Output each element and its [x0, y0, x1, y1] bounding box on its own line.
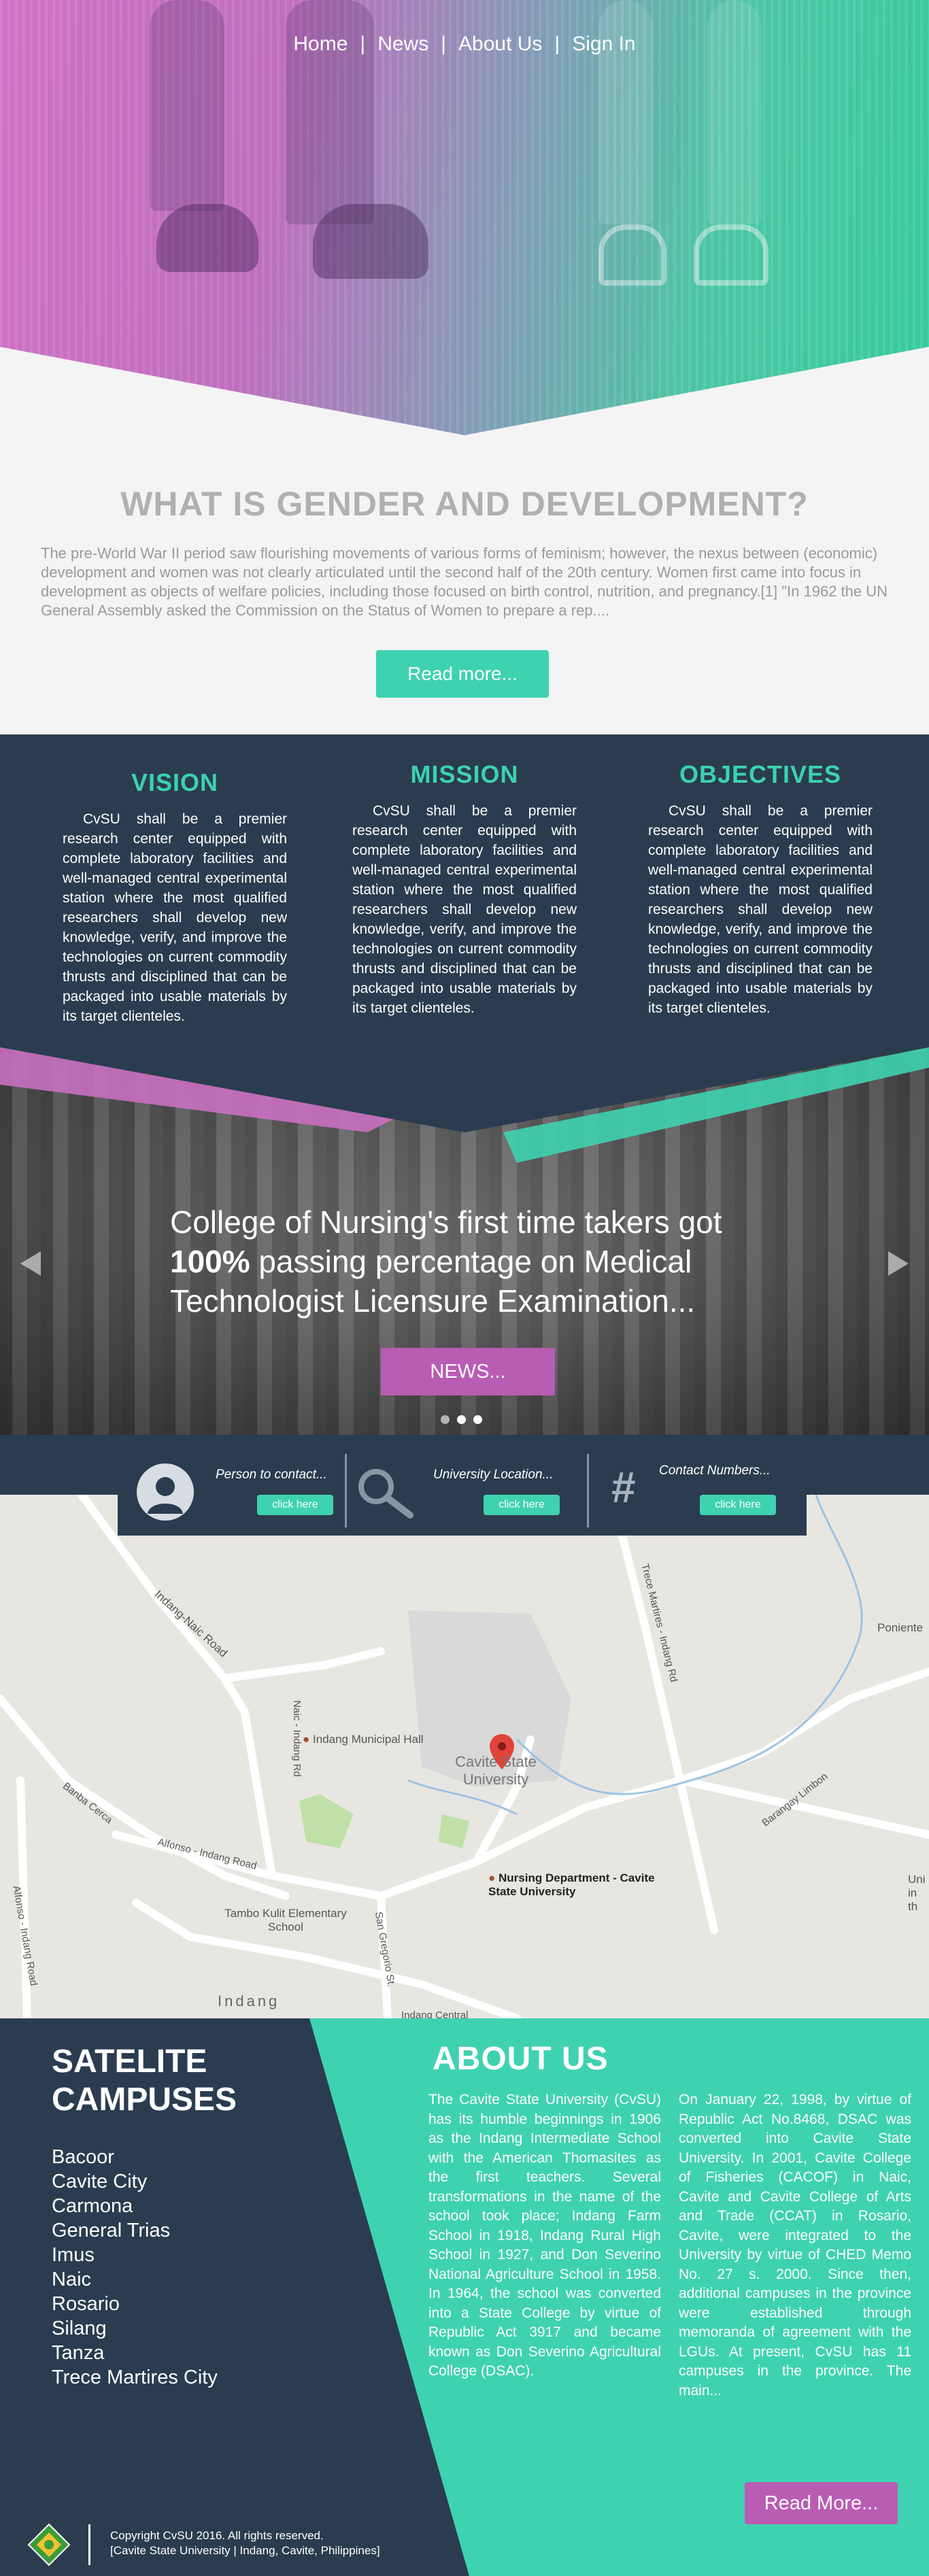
campus-item[interactable]: Trece Martires City [52, 2365, 218, 2390]
footer: SATELITE CAMPUSES Bacoor Cavite City Car… [0, 2018, 929, 2576]
map-label-nursing-dept: ● Nursing Department - Cavite State Univ… [488, 1871, 658, 1899]
campus-item[interactable]: Naic [52, 2267, 218, 2292]
vision-text: CvSU shall be a premier research center … [63, 811, 287, 1024]
contact-bar: Person to contact... click here Universi… [118, 1435, 807, 1536]
news-headline-line2: 100% passing percentage on Medical [170, 1242, 782, 1281]
hero-chevron-cut [0, 347, 929, 435]
contact-numbers: # Contact Numbers... click here [591, 1435, 807, 1536]
copyright-line2: [Cavite State University | Indang, Cavit… [110, 2544, 380, 2557]
news-headline-line3: Technologist Licensure Examination... [170, 1283, 696, 1319]
map-label-nursing-dept-text: Nursing Department - Cavite State Univer… [488, 1871, 655, 1898]
contact-location-label: University Location... [433, 1468, 554, 1482]
about-text-col2: On January 22, 1998, by virtue of Republ… [679, 2092, 911, 2399]
campus-item[interactable]: Imus [52, 2243, 218, 2267]
carousel-prev-arrow-icon[interactable] [20, 1251, 41, 1276]
map-label-municipal-hall-text: Indang Municipal Hall [313, 1733, 424, 1746]
person-icon [137, 1463, 194, 1521]
campus-item[interactable]: Bacoor [52, 2145, 218, 2169]
nav-about-us[interactable]: About Us [458, 33, 542, 55]
nav-sign-in[interactable]: Sign In [572, 33, 635, 55]
news-button[interactable]: NEWS... [381, 1348, 555, 1395]
objectives-text: CvSU shall be a premier research center … [648, 803, 873, 1016]
footer-divider [88, 2524, 90, 2565]
contact-divider [587, 1454, 589, 1527]
about-title: ABOUT US [433, 2041, 609, 2077]
contact-location-button[interactable]: click here [484, 1495, 560, 1515]
map-label-cavite-state: Cavite State University [455, 1753, 537, 1788]
landmark-icon: ● [488, 1871, 496, 1884]
contact-person: Person to contact... click here [118, 1435, 342, 1536]
nav-news[interactable]: News [377, 33, 428, 55]
carousel-next-arrow-icon[interactable] [888, 1251, 909, 1276]
campus-item[interactable]: Tanza [52, 2341, 218, 2365]
mission-text: CvSU shall be a premier research center … [352, 803, 577, 1016]
campuses-title: SATELITE CAMPUSES [52, 2043, 237, 2119]
contact-numbers-label: Contact Numbers... [659, 1463, 771, 1478]
vision-mission-objectives: VISION CvSU shall be a premier research … [0, 734, 929, 1047]
campus-item[interactable]: Carmona [52, 2194, 218, 2218]
contact-location: University Location... click here [349, 1435, 573, 1536]
copyright-line1: Copyright CvSU 2016. All rights reserved… [110, 2529, 324, 2542]
mission-column: MISSION CvSU shall be a premier research… [352, 760, 577, 1018]
about-read-more-button[interactable]: Read More... [745, 2482, 898, 2524]
campus-item[interactable]: Silang [52, 2316, 218, 2341]
campuses-title-line2: CAMPUSES [52, 2082, 237, 2118]
campus-item[interactable]: General Trias [52, 2218, 218, 2243]
map-label-tambo-kulit: Tambo Kulit Elementary School [224, 1907, 347, 1933]
map-label-edge: Uni in th [908, 1873, 926, 1913]
map-label-poniente: Poniente [877, 1621, 924, 1634]
mission-title: MISSION [410, 760, 519, 788]
nav-separator: | [360, 33, 366, 55]
vision-title: VISION [131, 768, 219, 796]
contact-person-label: Person to contact... [216, 1468, 327, 1482]
location-map[interactable]: Indang-Naic Road Naic - Indang Rd ● Inda… [0, 1495, 929, 2018]
vision-column: VISION CvSU shall be a premier research … [63, 768, 287, 1026]
objectives-column: OBJECTIVES CvSU shall be a premier resea… [648, 760, 873, 1018]
gender-read-more-button[interactable]: Read more... [376, 650, 549, 698]
map-label-municipal-hall: ● Indang Municipal Hall [303, 1733, 424, 1746]
map-label-indang-central: Indang Central [401, 2010, 469, 2018]
news-headline: College of Nursing's first time takers g… [170, 1202, 782, 1321]
contact-person-button[interactable]: click here [257, 1495, 333, 1515]
landmark-icon: ● [303, 1733, 310, 1746]
map-label-indang: Indang [218, 1993, 280, 2010]
carousel-dot-2[interactable] [457, 1415, 466, 1424]
hero-banner: Home | News | About Us | Sign In [0, 0, 929, 435]
campus-item[interactable]: Rosario [52, 2292, 218, 2316]
campus-list: Bacoor Cavite City Carmona General Trias… [52, 2145, 218, 2390]
main-nav: Home | News | About Us | Sign In [0, 33, 929, 56]
nav-separator: | [441, 33, 447, 55]
carousel-dot-3[interactable] [473, 1415, 482, 1424]
campus-item[interactable]: Cavite City [52, 2169, 218, 2194]
carousel-dot-1[interactable] [441, 1415, 450, 1424]
contact-divider [345, 1454, 347, 1527]
news-headline-percent: 100% [170, 1244, 250, 1279]
hash-icon: # [611, 1463, 636, 1512]
gender-title: WHAT IS GENDER AND DEVELOPMENT? [120, 485, 809, 523]
campuses-title-line1: SATELITE [52, 2044, 207, 2080]
map-label-naic-indang-rd: Naic - Indang Rd [290, 1700, 303, 1777]
news-headline-line2-rest: passing percentage on Medical [250, 1244, 692, 1279]
news-carousel: College of Nursing's first time takers g… [0, 1047, 929, 1435]
contact-numbers-button[interactable]: click here [700, 1495, 776, 1515]
news-headline-line1: College of Nursing's first time takers g… [170, 1204, 722, 1240]
cvsu-logo-icon [27, 2523, 71, 2566]
nav-separator: | [554, 33, 560, 55]
copyright: Copyright CvSU 2016. All rights reserved… [110, 2528, 380, 2558]
objectives-title: OBJECTIVES [679, 760, 842, 788]
about-text-col1: The Cavite State University (CvSU) has i… [428, 2092, 661, 2379]
nav-home[interactable]: Home [293, 33, 348, 55]
search-icon [358, 1469, 413, 1519]
gender-description: The pre-World War II period saw flourish… [41, 545, 888, 619]
